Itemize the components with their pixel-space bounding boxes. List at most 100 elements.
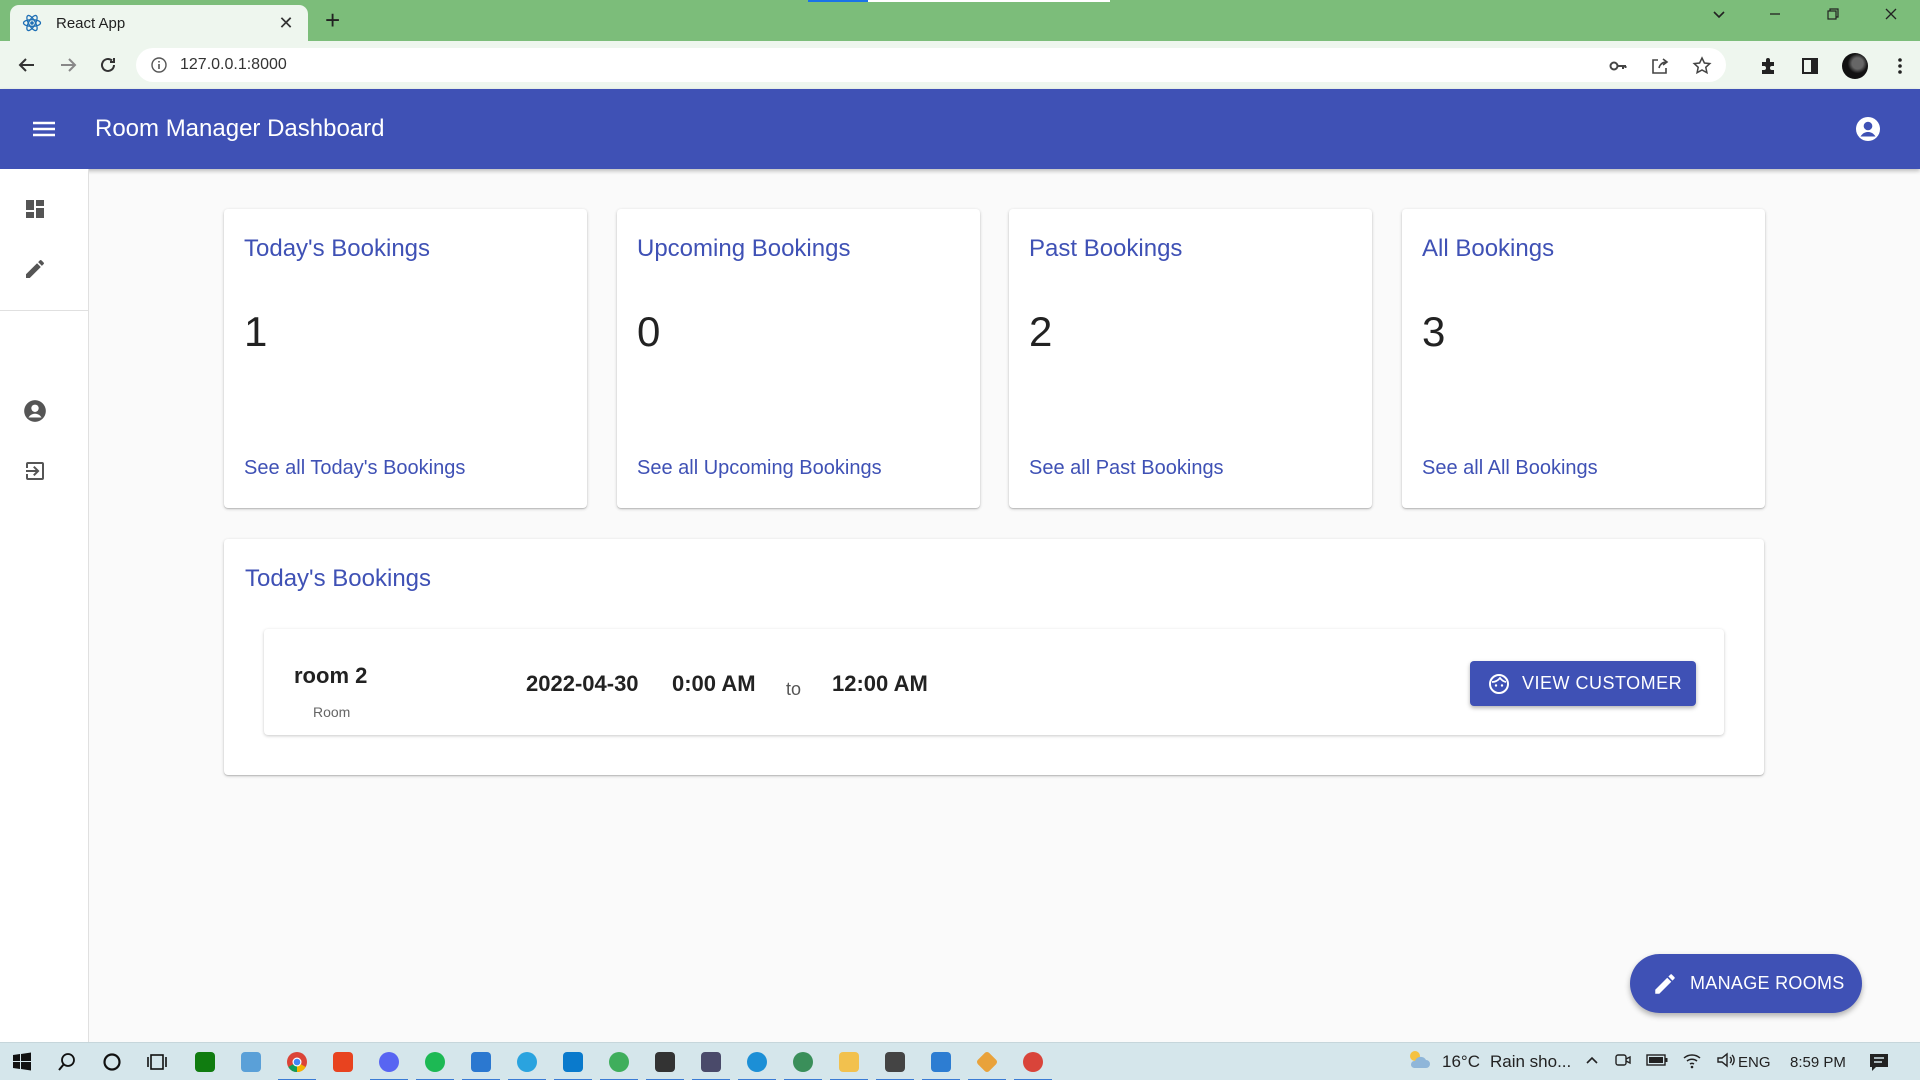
more-menu-icon[interactable] [1890, 56, 1910, 76]
app-icon-box[interactable] [692, 1049, 730, 1080]
photos-app-icon[interactable] [922, 1049, 960, 1080]
logout-icon[interactable] [22, 458, 48, 484]
stat-card-all: All Bookings 3 See all All Bookings [1402, 209, 1765, 508]
app-icon-sublime[interactable] [876, 1049, 914, 1080]
todays-bookings-panel: Today's Bookings room 2 Room 2022-04-30 … [224, 539, 1764, 775]
stat-count: 0 [637, 308, 661, 355]
page-title: Room Manager Dashboard [95, 115, 385, 142]
minimize-icon[interactable] [1760, 6, 1790, 27]
file-explorer-icon[interactable] [830, 1049, 868, 1080]
language-indicator[interactable]: ENG [1738, 1043, 1771, 1080]
face-icon [1488, 673, 1510, 695]
windows-start-icon[interactable] [9, 1049, 35, 1075]
view-customer-button[interactable]: VIEW CUSTOMER [1470, 661, 1696, 706]
view-customer-label: VIEW CUSTOMER [1522, 673, 1683, 693]
account-circle-icon[interactable] [1854, 115, 1882, 143]
booking-row: room 2 Room 2022-04-30 0:00 AM to 12:00 … [264, 629, 1724, 735]
side-panel-icon[interactable] [1800, 56, 1820, 76]
os-taskbar: 16°C Rain sho... ENG 8:59 PM [0, 1042, 1920, 1080]
new-tab-icon[interactable]: + [325, 7, 340, 33]
restore-icon[interactable] [1818, 6, 1848, 27]
booking-start-time: 0:00 AM [672, 671, 756, 696]
stat-card-today: Today's Bookings 1 See all Today's Booki… [224, 209, 587, 508]
see-all-link[interactable]: See all Upcoming Bookings [637, 457, 882, 480]
reload-icon[interactable] [94, 51, 122, 79]
browser-tab[interactable]: React App ✕ [10, 5, 308, 41]
system-tray [1584, 1043, 1736, 1080]
share-icon[interactable] [1650, 56, 1670, 76]
app-icon-diamond[interactable] [968, 1049, 1006, 1080]
cortana-icon[interactable] [99, 1049, 125, 1075]
weather-icon [1406, 1048, 1432, 1076]
clock[interactable]: 8:59 PM [1790, 1043, 1846, 1080]
file-app-icon[interactable] [238, 1049, 264, 1075]
address-bar[interactable]: 127.0.0.1:8000 [136, 48, 1726, 82]
telegram-app-icon[interactable] [508, 1049, 546, 1080]
room-caption: Room [313, 704, 351, 720]
manage-rooms-label: MANAGE ROOMS [1690, 973, 1845, 993]
menu-icon[interactable] [30, 116, 58, 142]
dashboard-icon[interactable] [22, 196, 48, 222]
search-icon[interactable] [54, 1049, 80, 1075]
vscode-app-icon[interactable] [554, 1049, 592, 1080]
tab-title: React App [56, 14, 126, 32]
meet-now-icon[interactable] [1614, 1051, 1632, 1073]
stat-title: All Bookings [1422, 235, 1555, 262]
time-separator: to [786, 679, 802, 699]
side-drawer [0, 169, 89, 1042]
see-all-link[interactable]: See all Past Bookings [1029, 457, 1224, 480]
booking-end-time: 12:00 AM [832, 671, 928, 696]
task-view-icon[interactable] [144, 1049, 170, 1075]
spotify-app-icon[interactable] [416, 1049, 454, 1080]
loading-indicator [808, 0, 1110, 2]
weather-widget[interactable]: 16°C Rain sho... [1406, 1043, 1571, 1080]
react-icon [22, 13, 42, 33]
app-icon-blue[interactable] [462, 1049, 500, 1080]
stat-count: 3 [1422, 308, 1446, 355]
bookmark-star-icon[interactable] [1692, 56, 1712, 76]
booking-date: 2022-04-30 [526, 671, 639, 696]
drawer-divider [0, 310, 88, 311]
chevron-up-icon[interactable] [1584, 1052, 1600, 1072]
weather-temperature: 16°C [1442, 1052, 1480, 1071]
forward-icon[interactable] [54, 51, 82, 79]
stat-title: Past Bookings [1029, 235, 1183, 262]
browser-toolbar: 127.0.0.1:8000 [0, 41, 1920, 89]
xbox-app-icon[interactable] [192, 1049, 218, 1075]
key-icon[interactable] [1608, 56, 1628, 76]
close-tab-icon[interactable]: ✕ [276, 13, 296, 34]
extensions-icon[interactable] [1758, 56, 1778, 76]
tab-search-icon[interactable] [1704, 6, 1734, 27]
app-icon-green[interactable] [600, 1049, 638, 1080]
app-icon-globe[interactable] [784, 1049, 822, 1080]
see-all-link[interactable]: See all Today's Bookings [244, 457, 465, 480]
stat-card-upcoming: Upcoming Bookings 0 See all Upcoming Boo… [617, 209, 980, 508]
notifications-icon[interactable] [1868, 1043, 1890, 1080]
chrome-app-icon[interactable] [278, 1049, 316, 1080]
app-icon-red[interactable] [1014, 1049, 1052, 1080]
battery-icon[interactable] [1646, 1053, 1668, 1071]
section-title: Today's Bookings [245, 565, 432, 592]
stat-card-past: Past Bookings 2 See all Past Bookings [1009, 209, 1372, 508]
stat-count: 2 [1029, 308, 1053, 355]
language-label: ENG [1738, 1053, 1771, 1071]
discord-app-icon[interactable] [370, 1049, 408, 1080]
office-app-icon[interactable] [330, 1049, 356, 1075]
edge-app-icon[interactable] [738, 1049, 776, 1080]
app-icon-terminal[interactable] [646, 1049, 684, 1080]
see-all-link[interactable]: See all All Bookings [1422, 457, 1598, 480]
clock-time: 8:59 PM [1790, 1053, 1846, 1071]
close-window-icon[interactable] [1876, 6, 1906, 27]
volume-icon[interactable] [1716, 1051, 1736, 1073]
edit-icon[interactable] [22, 256, 48, 282]
manage-rooms-button[interactable]: MANAGE ROOMS [1630, 954, 1862, 1013]
wifi-icon[interactable] [1682, 1051, 1702, 1073]
weather-description: Rain sho... [1489, 1052, 1572, 1071]
browser-tab-strip: React App ✕ + [0, 0, 1920, 41]
site-info-icon[interactable] [150, 56, 168, 74]
back-icon[interactable] [13, 51, 41, 79]
account-icon[interactable] [22, 398, 48, 424]
app-header: Room Manager Dashboard [0, 89, 1920, 169]
room-name: room 2 [294, 663, 368, 688]
profile-avatar[interactable] [1842, 53, 1868, 79]
